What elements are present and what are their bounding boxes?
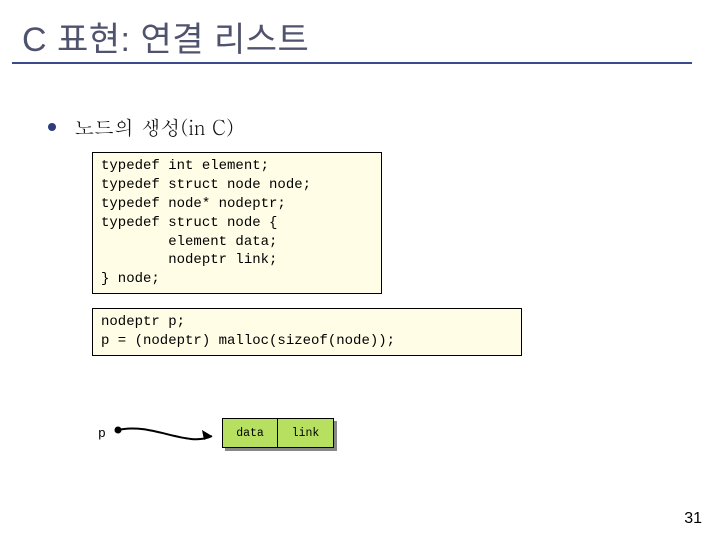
code-block-typedef: typedef int element; typedef struct node…: [92, 152, 382, 294]
bullet-text: 노드의 생성(in C): [74, 112, 234, 141]
bullet-item: 노드의 생성(in C): [48, 112, 234, 141]
page-number: 31: [684, 510, 702, 528]
title-underline: [12, 62, 692, 64]
slide-title: C 표현: 연결 리스트: [22, 12, 309, 61]
node-diagram: data link: [222, 418, 334, 448]
pointer-label: p: [98, 426, 106, 441]
code-block-malloc: nodeptr p; p = (nodeptr) malloc(sizeof(n…: [92, 308, 522, 356]
bullet-icon: [48, 123, 56, 131]
node-data-cell: data: [222, 418, 278, 448]
pointer-arrow: [112, 418, 232, 454]
node-link-cell: link: [278, 418, 334, 448]
